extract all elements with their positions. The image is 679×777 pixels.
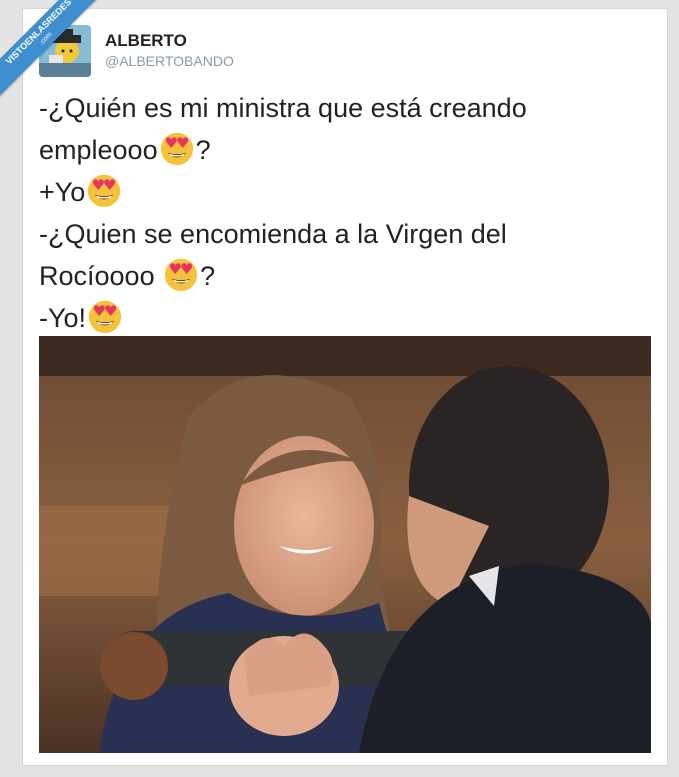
tweet-line-5: Rocíoooo ? (39, 255, 639, 297)
tweet-line-2-end: ? (195, 135, 211, 165)
tweet-line-2: empleooo? (39, 129, 639, 171)
tweet-line-6-text: -Yo! (39, 303, 87, 333)
heart-eyes-emoji-icon (162, 255, 200, 293)
heart-eyes-emoji-icon (158, 129, 196, 167)
tweet-photo[interactable] (39, 336, 651, 753)
tweet-line-5-text: Rocíoooo (39, 261, 163, 291)
tweet-line-3: +Yo (39, 171, 639, 213)
user-name[interactable]: ALBERTO (105, 31, 187, 51)
tweet-line-6: -Yo! (39, 297, 639, 339)
tweet-line-3-text: +Yo (39, 177, 86, 207)
tweet-line-5-end: ? (200, 261, 216, 291)
heart-eyes-emoji-icon (85, 171, 123, 209)
tweet-card: ALBERTO @ALBERTOBANDO -¿Quién es mi mini… (22, 8, 668, 766)
tweet-line-1: -¿Quién es mi ministra que está creando (39, 93, 527, 123)
heart-eyes-emoji-icon (86, 297, 124, 335)
tweet-line-4: -¿Quien se encomienda a la Virgen del (39, 219, 507, 249)
tweet-text: -¿Quién es mi ministra que está creando … (39, 87, 639, 339)
tweet-line-2-text: empleooo (39, 135, 158, 165)
user-handle[interactable]: @ALBERTOBANDO (105, 53, 234, 69)
